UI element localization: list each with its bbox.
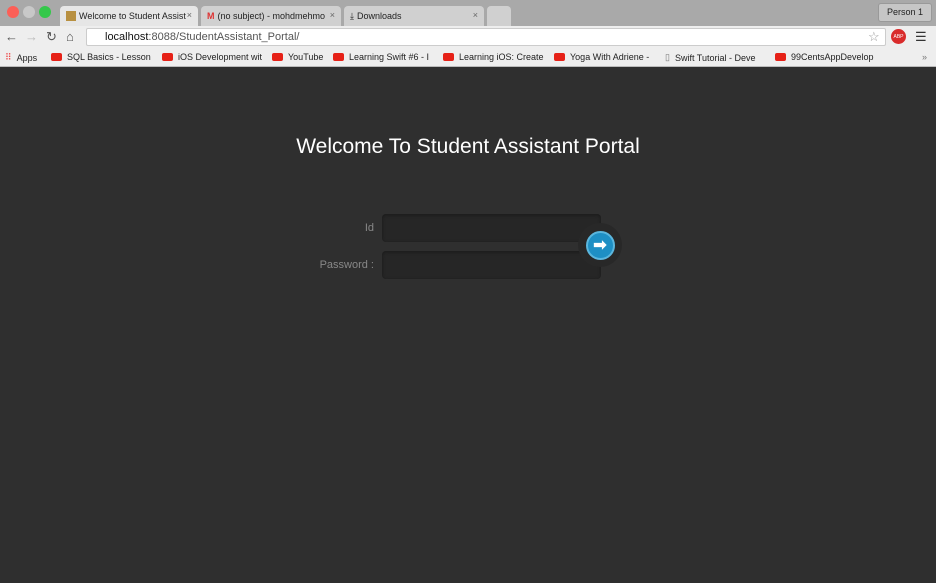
bookmark-apps[interactable]: ⠿ Apps	[5, 52, 37, 63]
page-icon: ▯	[665, 52, 670, 62]
apps-icon: ⠿	[5, 52, 12, 62]
bookmark-label: Yoga With Adriene -	[570, 52, 650, 62]
close-window-button[interactable]	[7, 6, 19, 18]
bookmarks-bar: ⠿ Apps SQL Basics - Lesson iOS Developmen…	[0, 48, 936, 67]
bookmark-item[interactable]: Learning iOS: Create	[443, 52, 544, 62]
login-button[interactable]: ➡	[578, 223, 622, 267]
minimize-window-button[interactable]	[23, 6, 35, 18]
youtube-icon	[775, 53, 786, 61]
bookmark-label: Swift Tutorial - Deve	[674, 52, 756, 63]
bookmark-label: SQL Basics - Lesson	[67, 52, 151, 62]
bookmark-item[interactable]: 99CentsAppDevelop	[775, 52, 874, 62]
youtube-icon	[443, 53, 454, 61]
bookmark-label: YouTube	[288, 52, 324, 62]
page-title: Welcome To Student Assistant Portal	[296, 135, 640, 158]
tab-label: Downloads	[356, 11, 402, 21]
id-input[interactable]	[382, 214, 601, 242]
address-bar[interactable]: localhost:8088/StudentAssistant_Portal/	[86, 28, 886, 46]
bookmark-item[interactable]: iOS Development wit	[162, 52, 262, 62]
close-tab-icon[interactable]: ×	[187, 10, 192, 20]
forward-icon[interactable]: →	[25, 29, 38, 44]
youtube-icon	[333, 53, 344, 61]
toolbar: ← → ↻ ⌂ localhost:8088/StudentAssistant_…	[0, 26, 936, 48]
close-tab-icon[interactable]: ×	[473, 10, 478, 20]
tab-bar: Welcome to Student Assist × M (no subjec…	[0, 0, 936, 26]
password-label: Password :	[319, 259, 374, 271]
zoom-window-button[interactable]	[39, 6, 51, 18]
bookmark-label: iOS Development wit	[178, 52, 263, 62]
more-bookmarks-button[interactable]: »	[922, 52, 927, 62]
reload-icon[interactable]: ↻	[46, 29, 57, 45]
bookmark-label: Apps	[16, 52, 38, 63]
youtube-icon	[162, 53, 173, 61]
bookmark-label: Learning Swift #6 - I	[349, 52, 430, 62]
youtube-icon	[51, 53, 62, 61]
youtube-icon	[554, 53, 565, 61]
id-label: Id	[364, 222, 374, 234]
bookmark-item[interactable]: SQL Basics - Lesson	[51, 52, 151, 62]
tab-student-assistant[interactable]: Welcome to Student Assist ×	[60, 6, 198, 26]
adblock-icon[interactable]: ABP	[891, 29, 906, 44]
password-input[interactable]	[382, 251, 601, 279]
home-icon[interactable]: ⌂	[66, 29, 74, 44]
gmail-icon: M	[207, 11, 215, 21]
close-tab-icon[interactable]: ×	[330, 10, 335, 20]
download-icon: ⤓	[350, 10, 354, 21]
tab-label: (no subject) - mohdmehmo	[217, 11, 326, 21]
favicon-icon	[66, 11, 76, 21]
new-tab-button[interactable]	[487, 6, 511, 26]
bookmark-item[interactable]: Learning Swift #6 - I	[333, 52, 429, 62]
bookmark-item[interactable]: ▯ Swift Tutorial - Deve	[665, 52, 755, 63]
bookmark-item[interactable]: Yoga With Adriene -	[554, 52, 649, 62]
back-icon[interactable]: ←	[5, 29, 18, 44]
tab-downloads[interactable]: ⤓ Downloads ×	[344, 6, 484, 26]
bookmark-label: 99CentsAppDevelop	[791, 52, 874, 62]
bookmark-item[interactable]: YouTube	[272, 52, 323, 62]
youtube-icon	[272, 53, 283, 61]
tab-gmail[interactable]: M (no subject) - mohdmehmo ×	[201, 6, 341, 26]
bookmark-star-icon[interactable]: ☆	[868, 29, 880, 45]
arrow-right-icon: ➡	[585, 230, 615, 260]
url-host: localhost	[105, 31, 149, 43]
menu-icon[interactable]: ☰	[915, 29, 927, 45]
bookmark-label: Learning iOS: Create	[459, 52, 544, 62]
url-path: :8088/StudentAssistant_Portal/	[148, 31, 300, 43]
tab-label: Welcome to Student Assist	[79, 11, 186, 21]
login-page: Welcome To Student Assistant Portal Id P…	[0, 67, 936, 583]
profile-button[interactable]: Person 1	[877, 3, 932, 22]
